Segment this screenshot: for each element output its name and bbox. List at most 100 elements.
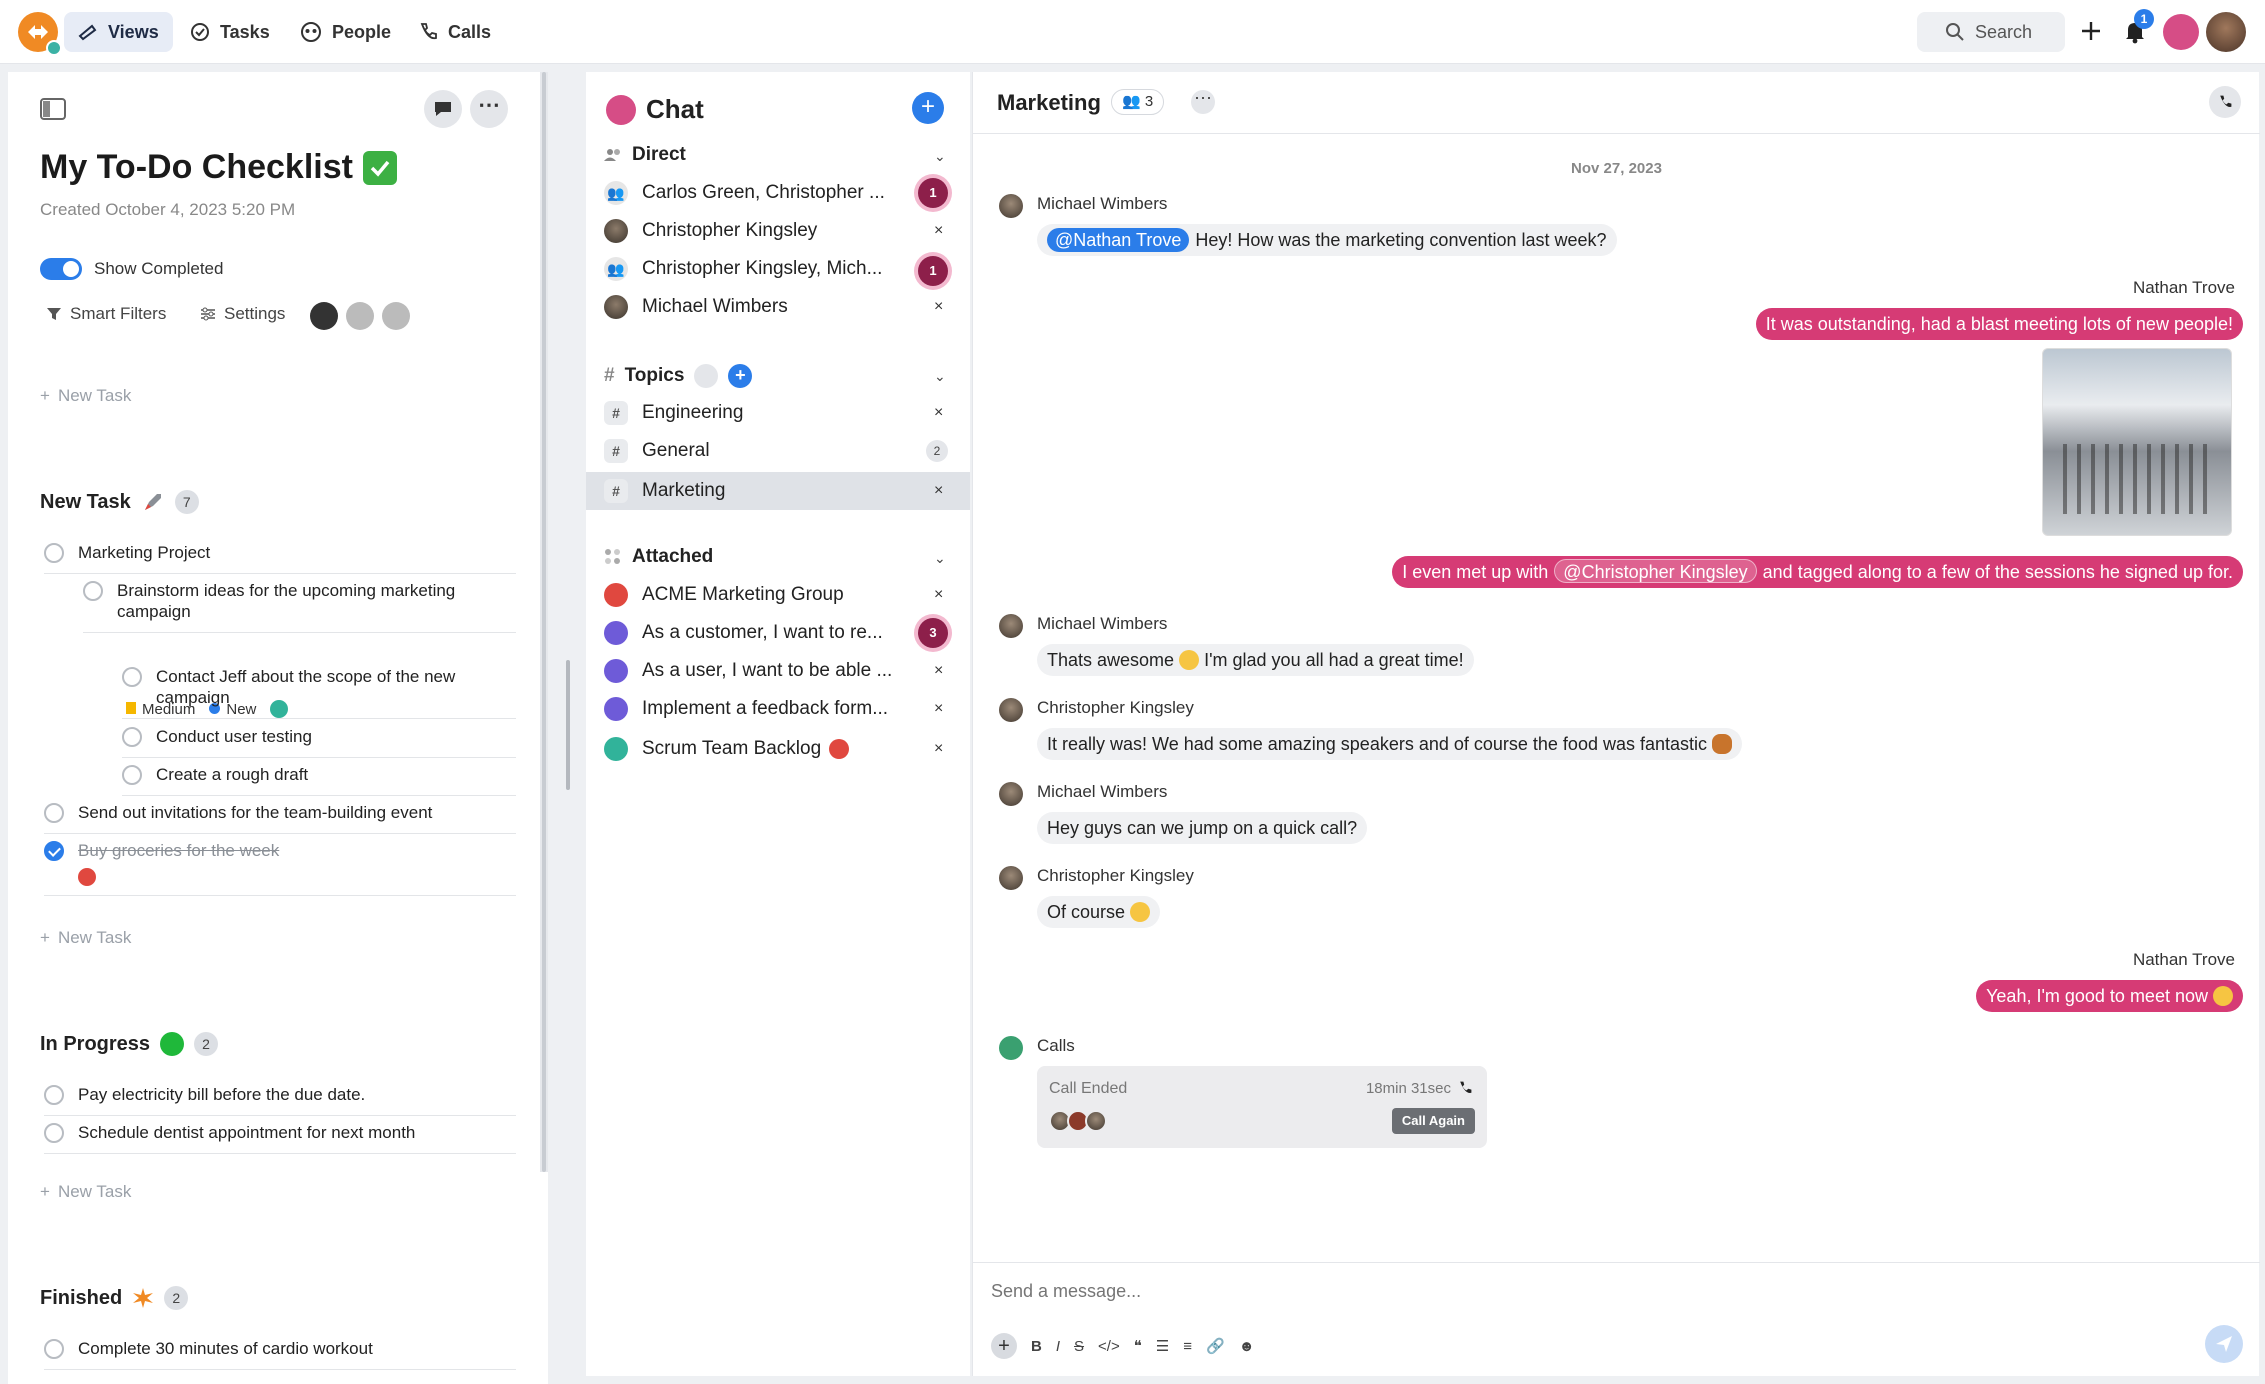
settings-button[interactable]: Settings	[200, 304, 285, 324]
chat-item[interactable]: Michael Wimbers	[586, 288, 970, 326]
new-task-button[interactable]: + New Task	[40, 1182, 131, 1202]
panel-resize-handle[interactable]	[566, 660, 570, 790]
task-row[interactable]: Schedule dentist appointment for next mo…	[44, 1122, 516, 1154]
chat-toggle-button[interactable]	[424, 90, 462, 128]
message-bubble[interactable]: It really was! We had some amazing speak…	[1037, 728, 1743, 760]
more-options-button[interactable]: ⋯	[1191, 89, 1215, 114]
attach-button[interactable]: +	[991, 1333, 1017, 1359]
chat-item[interactable]: # Engineering	[586, 394, 970, 432]
sidebar-toggle-icon[interactable]	[40, 98, 66, 120]
chat-item[interactable]: Scrum Team Backlog	[586, 730, 970, 768]
chat-item[interactable]: ACME Marketing Group	[586, 576, 970, 614]
avatar[interactable]	[999, 698, 1023, 722]
close-icon[interactable]: ×	[934, 700, 943, 718]
show-completed-toggle[interactable]: Show Completed	[40, 258, 223, 280]
toggle-switch[interactable]	[40, 258, 82, 280]
message-bubble-mine[interactable]: I even met up with @Christopher Kingsley a…	[1392, 556, 2243, 588]
assignee-icon[interactable]	[78, 868, 96, 886]
code-icon[interactable]: </>	[1098, 1338, 1120, 1355]
view-mode-switcher[interactable]	[310, 302, 410, 330]
mention-chip[interactable]: @Christopher Kingsley	[1554, 559, 1757, 583]
numbered-list-icon[interactable]: ≡	[1183, 1338, 1192, 1355]
avatar[interactable]	[999, 614, 1023, 638]
quote-icon[interactable]: ❝	[1134, 1337, 1142, 1355]
message-image[interactable]	[2042, 348, 2232, 536]
more-options-button[interactable]: ⋯	[470, 90, 508, 128]
new-task-button[interactable]: + New Task	[40, 386, 131, 406]
task-row[interactable]: Send out invitations for the team-buildi…	[44, 802, 516, 834]
new-chat-button[interactable]: +	[912, 92, 944, 124]
bullet-list-icon[interactable]: ☰	[1156, 1337, 1169, 1355]
add-topic-button[interactable]: +	[728, 364, 753, 388]
chat-app-icon[interactable]	[2163, 14, 2199, 50]
task-row[interactable]: Complete 30 minutes of cardio workout	[44, 1338, 516, 1370]
task-row[interactable]: Create a rough draft	[122, 764, 516, 796]
close-icon[interactable]: ×	[934, 740, 943, 758]
italic-icon[interactable]: I	[1056, 1338, 1060, 1355]
chat-item-selected[interactable]: # Marketing	[586, 472, 970, 510]
chat-item[interactable]: 👥 Carlos Green, Christopher ...	[586, 174, 970, 212]
close-icon[interactable]: ×	[934, 662, 943, 680]
task-row[interactable]: Contact Jeff about the scope of the new …	[122, 666, 516, 719]
task-row[interactable]: Marketing Project	[44, 542, 516, 574]
message-bubble[interactable]: Of course	[1037, 896, 1161, 928]
close-icon[interactable]: ×	[934, 482, 943, 500]
chat-item[interactable]: Implement a feedback form...	[586, 690, 970, 728]
message-bubble-mine[interactable]: It was outstanding, had a blast meeting …	[1755, 308, 2243, 340]
message-bubble-mine[interactable]: Yeah, I'm good to meet now	[1976, 980, 2243, 1012]
avatar[interactable]	[999, 782, 1023, 806]
emoji-icon[interactable]: ☻	[1239, 1338, 1255, 1355]
chat-item[interactable]: As a customer, I want to re...	[586, 614, 970, 652]
task-row[interactable]: Conduct user testing	[122, 726, 516, 758]
chevron-down-icon[interactable]: ⌄	[934, 368, 946, 385]
close-icon[interactable]: ×	[934, 298, 943, 316]
link-icon[interactable]: 🔗	[1206, 1337, 1225, 1355]
close-icon[interactable]: ×	[934, 586, 943, 604]
task-checkbox[interactable]	[122, 667, 142, 687]
close-icon[interactable]: ×	[934, 404, 943, 422]
chat-item[interactable]: 👥 Christopher Kingsley, Mich...	[586, 250, 970, 288]
task-checkbox[interactable]	[44, 803, 64, 823]
topics-group-header[interactable]: # Topics +	[604, 364, 753, 388]
call-button[interactable]	[2209, 86, 2241, 118]
task-checkbox[interactable]	[44, 1085, 64, 1105]
new-task-button[interactable]: + New Task	[40, 928, 131, 948]
task-row[interactable]: Brainstorm ideas for the upcoming market…	[83, 580, 516, 633]
chevron-down-icon[interactable]: ⌄	[934, 148, 946, 165]
user-avatar[interactable]	[2206, 12, 2246, 52]
task-checkbox[interactable]	[83, 581, 103, 601]
search-button[interactable]: Search	[1917, 12, 2065, 52]
message-bubble[interactable]: @Nathan Trove Hey! How was the marketing …	[1037, 224, 1617, 256]
send-button[interactable]	[2205, 1325, 2243, 1363]
member-count-button[interactable]: 👥 3	[1111, 89, 1165, 115]
nav-calls[interactable]: Calls	[404, 12, 505, 52]
bold-icon[interactable]: B	[1031, 1338, 1042, 1355]
list-view-icon[interactable]	[310, 302, 338, 330]
nav-views[interactable]: Views	[64, 12, 173, 52]
message-bubble[interactable]: Thats awesome I'm glad you all had a gre…	[1037, 644, 1474, 676]
close-icon[interactable]: ×	[934, 222, 943, 240]
strikethrough-icon[interactable]: S	[1074, 1338, 1084, 1355]
task-checkbox[interactable]	[122, 727, 142, 747]
task-checkbox[interactable]	[44, 543, 64, 563]
todo-scrollbar[interactable]	[540, 72, 548, 1172]
task-checkbox-checked[interactable]	[44, 841, 64, 861]
plus-icon[interactable]	[2080, 20, 2102, 42]
chat-item[interactable]: As a user, I want to be able ...	[586, 652, 970, 690]
search-icon[interactable]	[694, 364, 719, 388]
chat-item[interactable]: # General	[586, 432, 970, 470]
calendar-view-icon[interactable]	[382, 302, 410, 330]
task-row-completed[interactable]: Buy groceries for the week	[44, 840, 516, 896]
board-view-icon[interactable]	[346, 302, 374, 330]
avatar[interactable]	[999, 194, 1023, 218]
message-input[interactable]	[991, 1281, 2091, 1302]
task-checkbox[interactable]	[44, 1123, 64, 1143]
call-again-button[interactable]: Call Again	[1391, 1108, 1475, 1134]
chevron-down-icon[interactable]: ⌄	[934, 550, 946, 567]
task-checkbox[interactable]	[122, 765, 142, 785]
nav-people[interactable]: People	[286, 12, 405, 52]
avatar[interactable]	[999, 866, 1023, 890]
task-checkbox[interactable]	[44, 1339, 64, 1359]
task-row[interactable]: Pay electricity bill before the due date…	[44, 1084, 516, 1116]
mention-chip[interactable]: @Nathan Trove	[1047, 228, 1190, 252]
